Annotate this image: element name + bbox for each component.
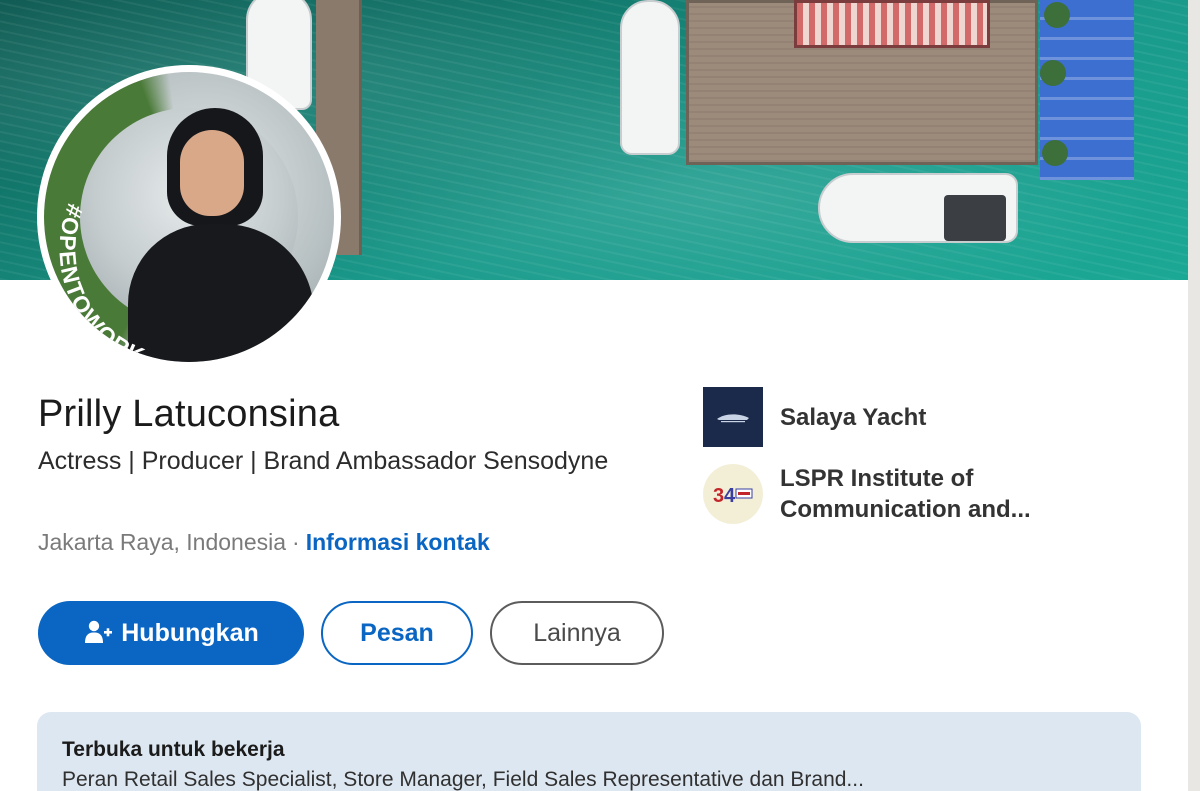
cover-yacht	[620, 0, 680, 155]
location-separator: ·	[292, 529, 300, 555]
location-row: Jakarta Raya, Indonesia · Informasi kontak	[38, 529, 490, 556]
org-current-company[interactable]: Salaya Yacht	[703, 387, 1080, 447]
contact-info-link[interactable]: Informasi kontak	[306, 529, 490, 555]
message-button-label: Pesan	[360, 618, 434, 647]
open-to-work-text: #OPENTOWORK	[54, 201, 148, 362]
profile-location: Jakarta Raya, Indonesia	[38, 529, 287, 555]
org-name: Salaya Yacht	[780, 403, 927, 431]
open-to-work-title: Terbuka untuk bekerja	[62, 738, 285, 761]
message-button[interactable]: Pesan	[321, 601, 473, 665]
more-button-label: Lainnya	[533, 618, 621, 647]
org-education[interactable]: 3 4 LSPR Institute of Communication and.…	[703, 463, 1080, 525]
avatar[interactable]: #OPENTOWORK	[44, 72, 334, 362]
cover-roof	[794, 0, 990, 48]
cover-tree	[1042, 140, 1068, 166]
cover-tree	[1040, 60, 1066, 86]
svg-text:4: 4	[724, 485, 736, 507]
salaya-yacht-logo-icon	[703, 387, 763, 447]
lspr-logo-icon: 3 4	[703, 464, 763, 524]
open-to-work-card[interactable]: Terbuka untuk bekerja Peran Retail Sales…	[37, 712, 1141, 791]
connect-button-label: Hubungkan	[121, 618, 259, 647]
org-name: LSPR Institute of Communication and...	[780, 465, 1031, 523]
svg-text:#OPENTOWORK: #OPENTOWORK	[54, 201, 149, 362]
cover-tree	[1044, 2, 1070, 28]
more-button[interactable]: Lainnya	[490, 601, 664, 665]
open-to-work-description: Peran Retail Sales Specialist, Store Man…	[62, 768, 864, 791]
open-to-work-badge: #OPENTOWORK	[54, 201, 149, 362]
profile-card: #OPENTOWORK Prilly Latuconsina Actress |…	[0, 0, 1188, 791]
profile-name: Prilly Latuconsina	[38, 393, 340, 435]
add-person-icon	[85, 620, 113, 643]
page-edge	[1188, 0, 1200, 791]
profile-headline: Actress | Producer | Brand Ambassador Se…	[38, 447, 609, 475]
connect-button[interactable]: Hubungkan	[38, 601, 304, 665]
svg-text:3: 3	[713, 485, 724, 507]
cover-yacht	[818, 173, 1018, 243]
